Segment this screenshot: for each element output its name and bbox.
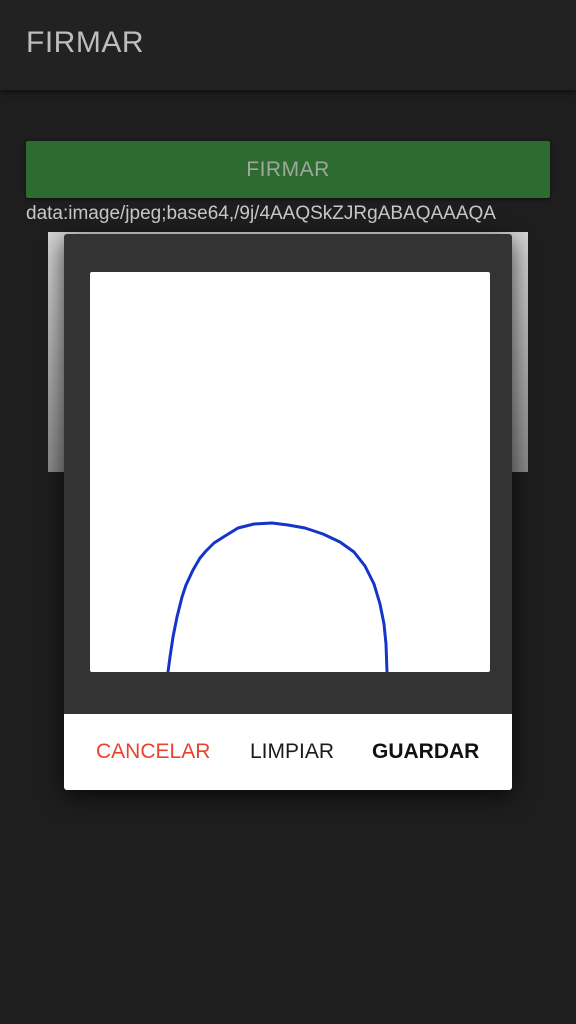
dialog-actions: CANCELAR LIMPIAR GUARDAR <box>64 714 512 790</box>
signature-stroke <box>166 521 389 672</box>
cancel-button[interactable]: CANCELAR <box>96 714 210 790</box>
signature-pad-canvas[interactable] <box>90 272 490 672</box>
sign-button[interactable]: FIRMAR <box>26 141 550 198</box>
signature-data-url: data:image/jpeg;base64,/9j/4AAQSkZJRgABA… <box>26 203 496 224</box>
save-button[interactable]: GUARDAR <box>372 714 479 790</box>
clear-button[interactable]: LIMPIAR <box>250 714 334 790</box>
signature-dialog: CANCELAR LIMPIAR GUARDAR <box>64 234 512 790</box>
page-title: FIRMAR <box>26 26 144 59</box>
app-bar: FIRMAR <box>0 0 576 90</box>
